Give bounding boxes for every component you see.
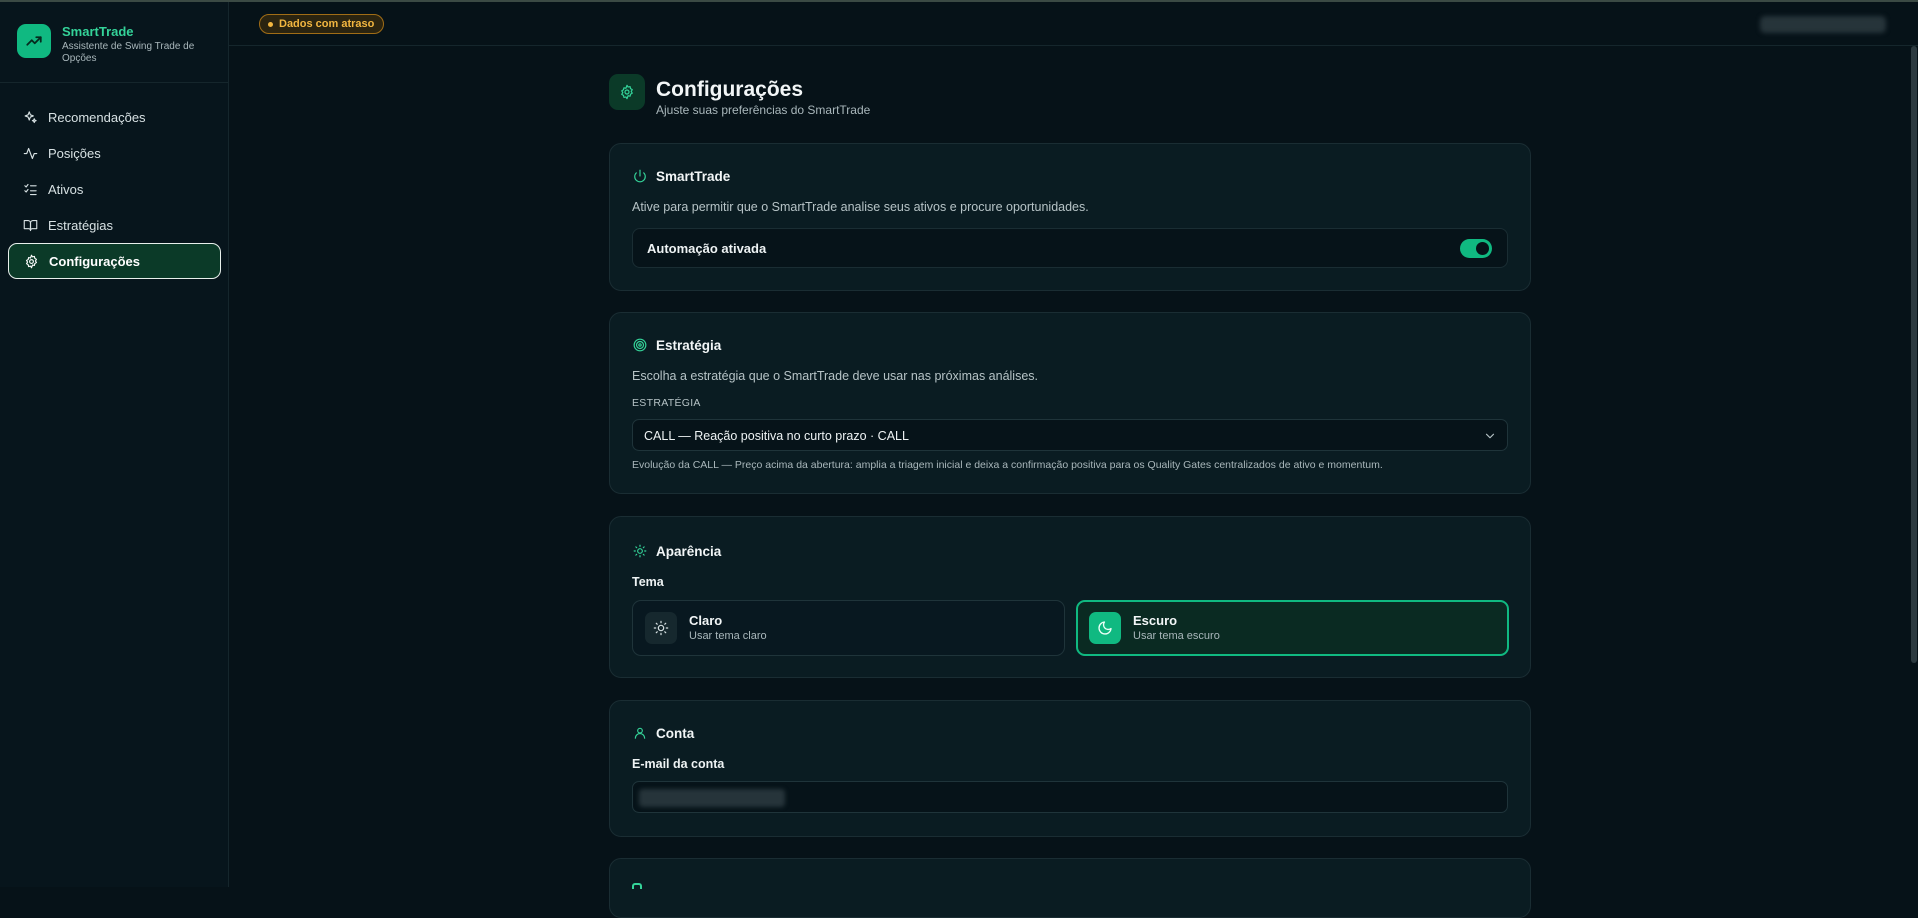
sidebar-item-label: Estratégias [48,217,114,233]
moon-icon [1089,612,1121,644]
card-title-text: Aparência [656,543,722,559]
card-title-text: Conta [656,725,695,741]
theme-option-desc: Usar tema claro [689,630,767,642]
sparkles-icon [22,109,38,125]
strategy-select-value: CALL — Reação positiva no curto prazo · … [644,429,909,443]
card-title-text: SmartTrade [656,168,731,184]
sidebar-item-recomendacoes[interactable]: Recomendações [8,99,221,135]
page-subtitle: Ajuste suas preferências do SmartTrade [656,103,871,117]
strategy-select[interactable]: CALL — Reação positiva no curto prazo · … [632,419,1508,451]
sun-icon [632,543,648,559]
email-field[interactable] [632,781,1508,813]
sidebar-item-configuracoes[interactable]: Configurações [8,243,221,279]
card-title-text: Estratégia [656,337,722,353]
strategy-card: Estratégia Escolha a estratégia que o Sm… [609,312,1531,494]
sidebar-item-label: Posições [48,145,101,161]
theme-option-claro[interactable]: Claro Usar tema claro [632,600,1065,656]
email-label: E-mail da conta [632,757,725,771]
status-dot-icon [268,21,273,27]
sidebar-item-estrategias[interactable]: Estratégias [8,207,221,243]
target-icon [632,337,648,353]
card-description: Ative para permitir que o SmartTrade ana… [632,200,1089,214]
brand-name: SmartTrade [62,24,134,39]
topbar: Dados com atraso [229,2,1918,46]
strategy-field-label: ESTRATÉGIA [632,397,701,409]
automation-toggle[interactable] [1460,239,1492,258]
theme-option-escuro[interactable]: Escuro Usar tema escuro [1076,600,1509,656]
card-icon [632,883,642,889]
sidebar-item-ativos[interactable]: Ativos [8,171,221,207]
automation-label: Automação ativada [647,241,767,256]
email-redacted [639,789,785,807]
trending-up-icon [17,24,51,58]
status-badge-label: Dados com atraso [279,18,375,30]
scrollbar-thumb[interactable] [1911,46,1917,663]
card-description: Escolha a estratégia que o SmartTrade de… [632,369,1038,383]
activity-icon [22,145,38,161]
automation-row: Automação ativada [632,228,1508,268]
list-checks-icon [22,181,38,197]
next-card [609,858,1531,918]
account-card: Conta E-mail da conta [609,700,1531,837]
scrollbar[interactable] [1909,46,1918,887]
appearance-card: Aparência Tema Claro Usar tema claro Esc… [609,516,1531,678]
card-title: SmartTrade [632,168,730,184]
page-title: Configurações [656,78,804,101]
sun-icon [645,612,677,644]
brand-subtitle: Assistente de Swing Trade de Opções [62,41,195,64]
strategy-hint: Evolução da CALL — Preço acima da abertu… [632,459,1383,471]
sidebar-item-posicoes[interactable]: Posições [8,135,221,171]
card-title: Aparência [632,543,721,559]
sidebar-item-label: Recomendações [48,109,146,125]
page-header: Configurações Ajuste suas preferências d… [609,74,870,118]
sidebar-item-label: Configurações [49,253,141,269]
card-title: Conta [632,725,694,741]
sidebar-divider [0,82,228,83]
smarttrade-card: SmartTrade Ative para permitir que o Sma… [609,143,1531,291]
chevron-down-icon [1483,429,1497,443]
sidebar-item-label: Ativos [48,181,84,197]
theme-option-name: Claro [689,613,723,628]
card-title: Estratégia [632,337,721,353]
sidebar-nav: Recomendações Posições Ativos Estratégia… [8,99,221,279]
theme-option-name: Escuro [1133,613,1178,628]
sidebar: SmartTrade Assistente de Swing Trade de … [0,2,229,887]
book-open-icon [22,217,38,233]
theme-label: Tema [632,575,664,589]
user-icon [632,725,648,741]
gear-icon [23,253,39,269]
theme-option-desc: Usar tema escuro [1133,630,1220,642]
user-menu[interactable] [1760,16,1886,33]
power-icon [632,168,648,184]
toggle-knob [1476,242,1489,255]
gear-icon [609,74,645,110]
brand[interactable]: SmartTrade Assistente de Swing Trade de … [17,24,197,65]
status-badge: Dados com atraso [259,14,385,34]
